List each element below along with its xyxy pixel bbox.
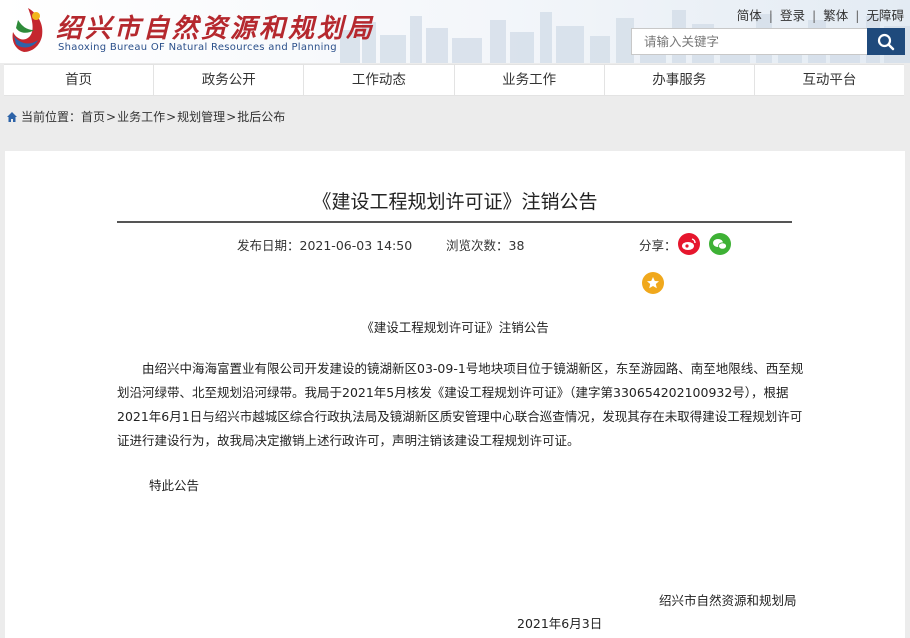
search-button[interactable] — [867, 28, 905, 55]
share-label: 分享： — [639, 238, 677, 253]
signature-date: 2021年6月3日 — [517, 616, 603, 631]
breadcrumb: 当前位置： 首页 > 业务工作 > 规划管理 > 批后公布 — [6, 108, 285, 125]
login-link[interactable]: 登录 — [780, 8, 805, 23]
nav-services[interactable]: 办事服务 — [605, 65, 755, 95]
logo-chinese-name: 绍兴市自然资源和规划局 — [56, 14, 376, 44]
search-input[interactable] — [631, 28, 868, 55]
main-nav: 首页 政务公开 工作动态 业务工作 办事服务 互动平台 — [4, 64, 904, 96]
nav-business-work[interactable]: 业务工作 — [455, 65, 605, 95]
accessibility-link[interactable]: 无障碍 — [866, 8, 904, 23]
article-body: 由绍兴中海海富置业有限公司开发建设的镜湖新区03-09-1号地块项目位于镜湖新区… — [117, 361, 804, 448]
closing-statement: 特此公告 — [149, 478, 200, 493]
nav-home[interactable]: 首页 — [4, 65, 155, 95]
home-icon — [7, 111, 17, 122]
breadcrumb-planning-management[interactable]: 规划管理 — [177, 108, 225, 125]
wechat-icon — [713, 239, 727, 250]
breadcrumb-label: 当前位置： — [21, 110, 82, 124]
search-box — [631, 28, 905, 55]
top-links: 简体 | 登录 | 繁体 | 无障碍 — [736, 8, 904, 23]
logo-english-name: Shaoxing Bureau OF Natural Resources and… — [58, 42, 337, 53]
article-title: 《建设工程规划许可证》注销公告 — [312, 191, 598, 213]
issuer-signature: 绍兴市自然资源和规划局 — [659, 593, 797, 608]
breadcrumb-business-work[interactable]: 业务工作 — [117, 108, 165, 125]
site-logo[interactable]: 绍兴市自然资源和规划局 Shaoxing Bureau OF Natural R… — [8, 6, 372, 58]
simplified-chinese-link[interactable]: 简体 — [737, 8, 762, 23]
nav-interaction[interactable]: 互动平台 — [755, 65, 904, 95]
article-panel: 《建设工程规划许可证》注销公告 发布日期：2021-06-03 14:50 浏览… — [5, 151, 905, 638]
publish-date: 发布日期：2021-06-03 14:50 — [237, 238, 413, 253]
view-count: 浏览次数：38 — [446, 238, 525, 253]
body-heading: 《建设工程规划许可证》注销公告 — [361, 320, 549, 335]
bureau-emblem-icon — [12, 8, 43, 52]
favorite-share-icon[interactable] — [642, 272, 664, 294]
breadcrumb-home[interactable]: 首页 — [81, 108, 105, 125]
breadcrumb-post-approval[interactable]: 批后公布 — [237, 108, 285, 125]
wechat-share-icon[interactable] — [709, 233, 731, 255]
star-icon — [647, 277, 659, 289]
title-divider — [117, 221, 792, 223]
nav-work-news[interactable]: 工作动态 — [304, 65, 455, 95]
nav-government-affairs[interactable]: 政务公开 — [154, 65, 305, 95]
site-header: 绍兴市自然资源和规划局 Shaoxing Bureau OF Natural R… — [0, 0, 910, 63]
traditional-chinese-link[interactable]: 繁体 — [823, 8, 848, 23]
weibo-share-icon[interactable] — [678, 233, 700, 255]
weibo-icon — [682, 238, 696, 250]
search-icon — [877, 33, 895, 50]
